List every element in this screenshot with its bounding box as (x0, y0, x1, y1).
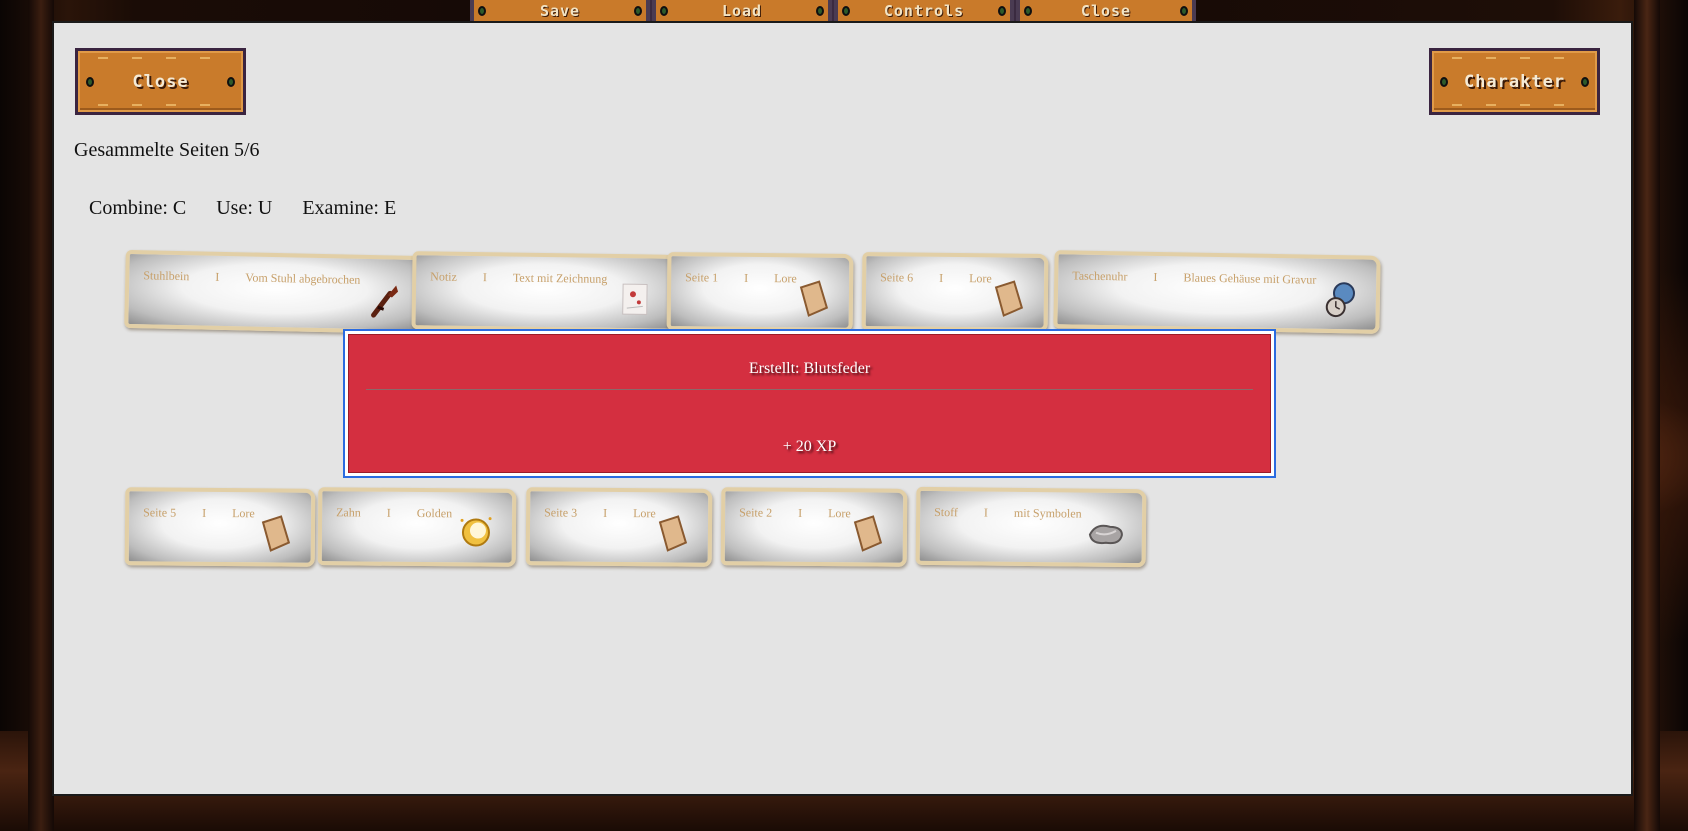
page-icon (994, 280, 1024, 317)
item-name: Stoff (934, 504, 959, 520)
stud-icon (634, 6, 642, 16)
top-close-button[interactable]: Close (1016, 0, 1196, 22)
top-close-label: Close (1080, 2, 1132, 20)
load-button[interactable]: Load (652, 0, 832, 22)
item-name: Taschenuhr (1072, 268, 1128, 284)
item-description: mit Symbolen (1013, 505, 1082, 521)
stud-icon (660, 6, 668, 16)
item-separator: I (1153, 269, 1158, 284)
examine-hint: Examine: E (302, 197, 397, 219)
stud-icon (1024, 6, 1032, 16)
stud-icon (86, 76, 94, 87)
item-description: Vom Stuhl abgebrochen (245, 270, 361, 287)
character-label: Charakter (1463, 71, 1566, 92)
chair-leg-icon (371, 285, 399, 318)
item-name: Notiz (430, 269, 457, 284)
page-icon (261, 515, 291, 552)
item-name: Zahn (336, 505, 361, 520)
item-description: Lore (232, 506, 255, 521)
inventory-item[interactable]: Zahn I Golden (317, 487, 517, 567)
cloth-icon (1088, 524, 1123, 545)
stud-icon (1180, 6, 1188, 16)
item-separator: I (215, 269, 220, 284)
close-label: Close (132, 71, 189, 92)
inventory-item[interactable]: Taschenuhr I Blaues Gehäuse mit Gravur (1053, 250, 1381, 334)
crafted-notification: Erstellt: Blutsfeder + 20 XP (343, 329, 1276, 478)
combine-hint: Combine: C (89, 197, 187, 219)
stud-icon (1440, 76, 1448, 87)
item-separator: I (744, 270, 749, 285)
key-hints: Combine: C Use: U Examine: E (89, 197, 396, 220)
item-separator: I (798, 505, 803, 520)
item-description: Golden (416, 505, 453, 521)
inventory-item[interactable]: Seite 1 I Lore (666, 252, 854, 332)
inventory-item[interactable]: Seite 6 I Lore (861, 252, 1049, 332)
item-separator: I (983, 505, 989, 520)
item-name: Seite 3 (544, 505, 578, 520)
item-description: Text mit Zeichnung (512, 270, 608, 286)
page-icon (799, 280, 829, 317)
page-icon (853, 515, 883, 552)
close-button[interactable]: Close (75, 48, 246, 115)
background-pillar-right (1634, 0, 1660, 831)
pocket-watch-icon (1325, 282, 1355, 318)
save-label: Save (539, 2, 581, 20)
use-hint: Use: U (216, 197, 273, 219)
top-menu-bar: Save Load Controls Close (470, 0, 1196, 22)
controls-button[interactable]: Controls (834, 0, 1014, 22)
item-name: Seite 1 (685, 270, 719, 285)
inventory-item[interactable]: Stuhlbein I Vom Stuhl abgebrochen (124, 249, 425, 335)
notification-divider (366, 389, 1253, 390)
inventory-item[interactable]: Seite 5 I Lore (124, 487, 316, 567)
inventory-item[interactable]: Seite 3 I Lore (525, 487, 713, 567)
golden-tooth-icon (460, 517, 492, 547)
inventory-item[interactable]: Stoff Imit Symbolen (915, 486, 1147, 568)
item-name: Stuhlbein (143, 268, 190, 284)
notification-title: Erstellt: Blutsfeder (748, 360, 871, 377)
stud-icon (1581, 76, 1589, 87)
stud-icon (842, 6, 850, 16)
load-label: Load (721, 2, 763, 20)
character-button[interactable]: Charakter (1429, 48, 1600, 115)
collected-pages-counter: Gesammelte Seiten 5/6 (74, 139, 260, 161)
stud-icon (816, 6, 824, 16)
item-name: Seite 2 (739, 505, 773, 520)
item-separator: I (386, 505, 391, 520)
save-button[interactable]: Save (470, 0, 650, 22)
item-separator: I (603, 505, 608, 520)
background-pillar-left (28, 0, 54, 831)
item-separator: I (482, 270, 487, 285)
item-separator: I (939, 270, 944, 285)
inventory-panel: Close Charakter Gesammelte Seiten 5/6 Co… (54, 23, 1631, 794)
stud-icon (227, 76, 235, 87)
item-name: Seite 5 (143, 505, 177, 520)
note-icon (622, 283, 648, 315)
controls-label: Controls (883, 2, 965, 20)
stud-icon (478, 6, 486, 16)
inventory-item[interactable]: Seite 2 I Lore (720, 487, 908, 567)
page-icon (658, 515, 688, 552)
item-description: Blaues Gehäuse mit Gravur (1183, 270, 1317, 287)
stud-icon (998, 6, 1006, 16)
item-name: Seite 6 (880, 270, 914, 285)
inventory-item[interactable]: Notiz I Text mit Zeichnung (411, 251, 676, 333)
item-separator: I (202, 505, 207, 520)
notification-xp: + 20 XP (782, 438, 837, 455)
notification-body: Erstellt: Blutsfeder + 20 XP (348, 334, 1271, 473)
